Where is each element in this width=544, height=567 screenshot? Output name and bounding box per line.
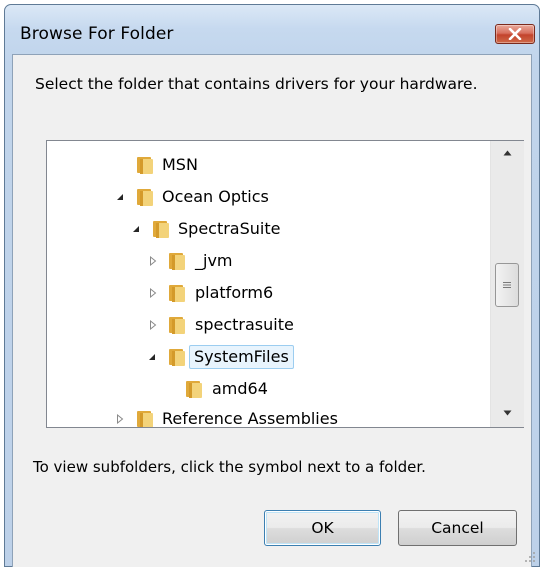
folder-icon	[169, 317, 185, 334]
close-icon	[508, 28, 522, 40]
tree-item-label: SystemFiles	[189, 345, 294, 369]
ok-button[interactable]: OK	[264, 510, 381, 546]
tree-item-reference-assemblies[interactable]: Reference Assemblies	[47, 404, 507, 428]
tree-item-label: amd64	[212, 379, 268, 398]
tree-item-amd64[interactable]: amd64	[47, 374, 507, 406]
tree-item-msn[interactable]: MSN	[47, 150, 507, 182]
tree-item-platform6[interactable]: platform6	[47, 278, 507, 310]
tree-item-systemfiles[interactable]: SystemFiles	[47, 342, 507, 374]
window-title: Browse For Folder	[20, 24, 174, 44]
instruction-text: Select the folder that contains drivers …	[35, 75, 478, 93]
tree-item-label: Reference Assemblies	[162, 409, 338, 428]
tree-item-label: spectrasuite	[195, 315, 294, 334]
tree-item-spectrasuite-sub[interactable]: spectrasuite	[47, 310, 507, 342]
expanded-arrow-icon[interactable]	[147, 351, 157, 363]
folder-tree[interactable]: MSN Ocean Optics SpectraSuite _jvm platf…	[46, 140, 524, 428]
folder-icon	[169, 285, 185, 302]
expanded-arrow-icon[interactable]	[115, 191, 125, 203]
arrow-down-icon	[503, 410, 512, 416]
tree-item-ocean-optics[interactable]: Ocean Optics	[47, 182, 507, 214]
grip-lines-icon	[503, 282, 511, 288]
tree-item-label: Ocean Optics	[162, 187, 269, 206]
close-button[interactable]	[495, 24, 535, 44]
resize-grip-icon[interactable]	[524, 551, 536, 563]
folder-icon	[169, 349, 185, 366]
collapsed-arrow-icon[interactable]	[148, 319, 158, 331]
tree-item-label: platform6	[195, 283, 274, 302]
cancel-button[interactable]: Cancel	[398, 510, 517, 546]
collapsed-arrow-icon[interactable]	[115, 413, 125, 425]
hint-text: To view subfolders, click the symbol nex…	[33, 458, 426, 476]
tree-item-label: SpectraSuite	[178, 219, 281, 238]
folder-icon	[153, 221, 169, 238]
collapsed-arrow-icon[interactable]	[148, 255, 158, 267]
tree-item-label: _jvm	[195, 251, 233, 270]
folder-icon	[137, 411, 153, 427]
folder-icon	[169, 253, 185, 270]
tree-item-jvm[interactable]: _jvm	[47, 246, 507, 278]
scroll-down-button[interactable]	[491, 403, 524, 423]
scroll-thumb[interactable]	[495, 263, 519, 307]
collapsed-arrow-icon[interactable]	[148, 287, 158, 299]
folder-icon	[186, 381, 202, 398]
tree-item-spectrasuite[interactable]: SpectraSuite	[47, 214, 507, 246]
expanded-arrow-icon[interactable]	[131, 223, 141, 235]
arrow-up-icon	[503, 150, 512, 156]
tree-item-label: MSN	[162, 155, 198, 174]
scroll-up-button[interactable]	[491, 143, 524, 163]
folder-icon	[137, 157, 153, 174]
tree-scrollbar[interactable]	[490, 141, 524, 427]
folder-icon	[137, 189, 153, 206]
